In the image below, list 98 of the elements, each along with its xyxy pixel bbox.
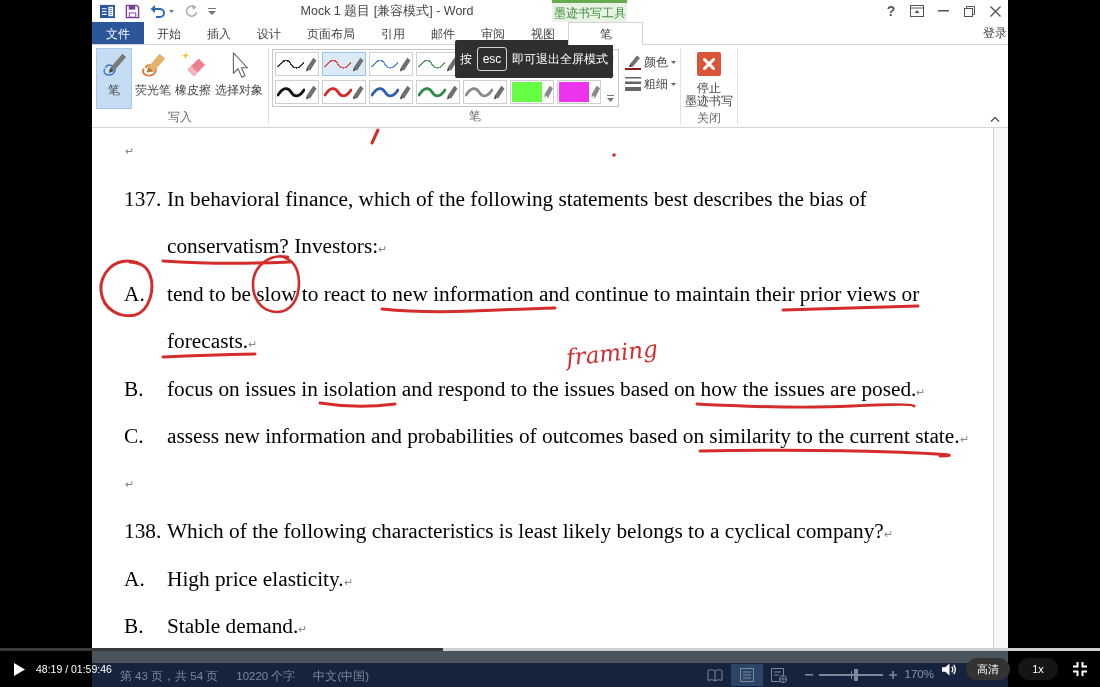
caret-icon[interactable] bbox=[169, 9, 174, 13]
ribbon-tab[interactable]: 引用 bbox=[368, 22, 418, 44]
page-count-status: 第 43 页，共 54 页 bbox=[119, 670, 219, 682]
question-text: In behavioral finance, which of the following statements best describes the bias of bbox=[167, 186, 867, 211]
line-weight-icon bbox=[625, 77, 641, 91]
pen-icon bbox=[100, 51, 128, 79]
ribbon-display-options-icon[interactable] bbox=[910, 5, 924, 17]
pen-color-icon bbox=[625, 54, 641, 70]
stop-inking-button[interactable]: 停止 墨迹书写 bbox=[685, 52, 733, 110]
eraser-icon bbox=[179, 51, 207, 79]
volume-icon[interactable] bbox=[942, 662, 957, 676]
question-number: 138. bbox=[124, 519, 162, 543]
language-status: 中文(中国) bbox=[313, 670, 370, 682]
pen-nib-icon bbox=[306, 83, 317, 101]
help-button[interactable]: ? bbox=[886, 4, 896, 18]
save-icon[interactable] bbox=[125, 3, 140, 19]
question-text: Which of the following characteristics is least likely belongs to a cyclical company?↵ bbox=[167, 519, 893, 543]
ribbon-tab[interactable]: 开始 bbox=[144, 22, 194, 44]
ink-dot bbox=[612, 153, 616, 157]
option-text: assess new information and probabilities of outcomes based on similarity to the current state.↵ bbox=[167, 424, 969, 448]
option-letter: A. bbox=[124, 566, 145, 591]
ribbon-tab[interactable]: 插入 bbox=[194, 22, 244, 44]
minimize-icon[interactable] bbox=[937, 10, 949, 12]
zoom-level: 170% bbox=[904, 669, 934, 681]
toast-text: 按 bbox=[459, 53, 472, 65]
option-text: forecasts.↵ bbox=[167, 329, 257, 353]
page-layout-icon bbox=[739, 668, 754, 682]
ribbon-tab[interactable]: 视图 bbox=[518, 22, 568, 44]
video-progress-track[interactable] bbox=[0, 648, 1100, 651]
zoom-thumb[interactable] bbox=[853, 669, 858, 681]
option-text: High price elasticity.↵ bbox=[167, 566, 353, 591]
zoom-in-icon[interactable] bbox=[888, 671, 897, 679]
highlighter-icon bbox=[139, 51, 167, 79]
group-label: 写入 bbox=[168, 111, 192, 123]
web-layout-icon bbox=[770, 667, 787, 683]
option-letter: A. bbox=[124, 281, 145, 306]
pen-style-option[interactable] bbox=[275, 80, 319, 104]
option-text: Stable demand.↵ bbox=[167, 614, 308, 638]
context-tab-header: 墨迹书写工具 bbox=[552, 0, 627, 22]
collapse-ribbon-icon[interactable] bbox=[990, 116, 1000, 122]
restore-icon[interactable] bbox=[963, 5, 975, 17]
pen-nib-icon bbox=[400, 55, 411, 73]
paragraph-mark: ↵ bbox=[125, 146, 134, 158]
quality-button[interactable]: 高清 bbox=[966, 658, 1010, 680]
ribbon-tab[interactable]: 设计 bbox=[244, 22, 294, 44]
pen-nib-icon bbox=[447, 83, 458, 101]
pen-nib-icon bbox=[400, 83, 411, 101]
expand-gallery-icon[interactable] bbox=[606, 95, 614, 102]
question-text: conservatism? Investors:↵ bbox=[167, 234, 388, 258]
exit-fullscreen-icon[interactable] bbox=[1073, 662, 1087, 676]
pen-style-option[interactable] bbox=[275, 52, 319, 76]
ink-stroke bbox=[370, 128, 380, 145]
eraser-tool-button[interactable]: 橡皮擦 bbox=[174, 48, 212, 109]
view-mode-button[interactable] bbox=[730, 664, 763, 686]
ribbon-tab[interactable]: 页面布局 bbox=[294, 22, 368, 44]
group-label: 笔 bbox=[468, 110, 481, 122]
open-book-icon bbox=[706, 668, 723, 682]
app-icon[interactable] bbox=[100, 3, 115, 19]
option-text: tend to be slow to react to new information and continue to maintain their prior views or bbox=[167, 281, 920, 306]
esc-key: esc bbox=[476, 47, 508, 71]
pen-color-button[interactable]: 颜色 bbox=[625, 53, 676, 71]
pen-tool-button[interactable]: 笔 bbox=[96, 48, 132, 109]
marker-nib-icon bbox=[542, 83, 553, 101]
ribbon-tab[interactable]: 审阅 bbox=[468, 22, 518, 44]
stop-icon bbox=[697, 52, 721, 76]
zoom-slider[interactable] bbox=[818, 669, 883, 681]
option-letter: B. bbox=[124, 376, 144, 401]
option-text: focus on issues in isolation and respond to the issues based on how the issues are posed.↵ bbox=[167, 376, 926, 401]
group-label: 关闭 bbox=[697, 111, 721, 124]
caret-icon bbox=[671, 82, 676, 86]
question-number: 137. bbox=[124, 186, 162, 211]
caret-icon bbox=[671, 60, 676, 64]
ribbon-tab[interactable]: 文件 bbox=[92, 22, 144, 44]
customize-toolbar-icon[interactable] bbox=[208, 6, 216, 16]
playback-time: 48:19 / 01:59:46 bbox=[36, 663, 112, 675]
paragraph-mark: ↵ bbox=[125, 478, 134, 490]
pen-thickness-button[interactable]: 粗细 bbox=[625, 75, 676, 93]
undo-icon[interactable] bbox=[150, 4, 166, 18]
option-letter: B. bbox=[124, 614, 144, 638]
play-icon[interactable] bbox=[14, 662, 25, 676]
select-objects-button[interactable]: 选择对象 bbox=[214, 48, 264, 109]
speed-button[interactable]: 1x bbox=[1018, 658, 1058, 680]
option-letter: C. bbox=[124, 424, 144, 448]
pen-nib-icon bbox=[306, 55, 317, 73]
ribbon-tab[interactable]: 邮件 bbox=[418, 22, 468, 44]
pen-nib-icon bbox=[353, 83, 364, 101]
sign-in-link[interactable]: 登录 bbox=[983, 24, 1008, 42]
toast-text: 即可退出全屏模式 bbox=[512, 53, 609, 65]
pen-style-option[interactable] bbox=[369, 80, 413, 104]
ribbon-tab[interactable]: 笔 bbox=[568, 22, 643, 45]
highlighter-tool-button[interactable]: 荧光笔 bbox=[134, 48, 172, 109]
pen-nib-icon bbox=[353, 55, 364, 73]
close-icon[interactable] bbox=[989, 5, 1001, 17]
marker-nib-icon bbox=[589, 83, 600, 101]
window-title: Mock 1 题目 [兼容模式] - Word bbox=[300, 2, 474, 20]
handwritten-note: framing bbox=[565, 337, 659, 370]
word-count-status: 10220 个字 bbox=[236, 670, 296, 682]
pen-nib-icon bbox=[494, 83, 505, 101]
